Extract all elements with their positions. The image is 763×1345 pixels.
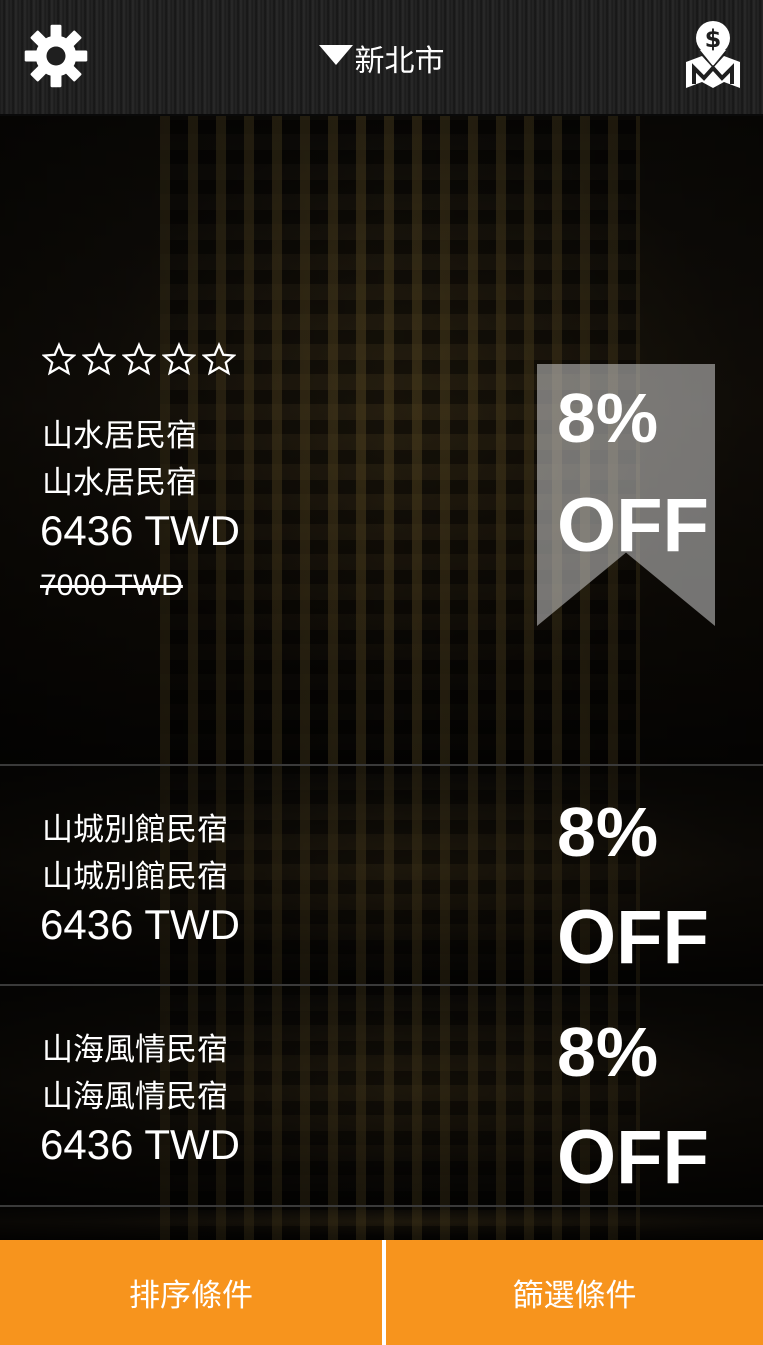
discount-percent: 8%	[557, 379, 659, 457]
filter-button[interactable]: 篩選條件	[386, 1240, 763, 1345]
city-label: 新北市	[354, 44, 445, 79]
hotel-price: 6436 TWD	[40, 901, 240, 948]
discount-percent: 8%	[557, 793, 659, 871]
bottom-action-bar: 排序條件 篩選條件	[0, 1240, 763, 1345]
hotel-subname: 山城別館民宿	[42, 859, 228, 895]
discount-off: OFF	[557, 1115, 709, 1200]
hotel-card[interactable]: 山海風情民宿 山海風情民宿 6436 TWD 8% OFF	[0, 986, 763, 1205]
svg-text:$: $	[705, 25, 722, 53]
star-empty-icon	[162, 342, 196, 376]
dropdown-triangle-icon	[318, 45, 353, 65]
star-empty-icon	[202, 342, 236, 376]
app-header: 新北市 $	[0, 0, 763, 116]
hotel-name: 山城別館民宿	[42, 812, 228, 848]
discount-percent: 8%	[557, 1013, 659, 1091]
hotel-name: 山海風情民宿	[42, 1032, 228, 1068]
star-empty-icon	[122, 342, 156, 376]
discount-off: OFF	[557, 895, 709, 980]
discount-off: OFF	[557, 483, 709, 568]
hotel-price: 6436 TWD	[40, 507, 240, 554]
hotel-subname: 山水居民宿	[42, 465, 197, 501]
star-rating	[42, 342, 236, 376]
city-selector[interactable]: 新北市	[0, 36, 763, 80]
hotel-subname: 山海風情民宿	[42, 1079, 228, 1115]
map-price-icon[interactable]: $	[684, 18, 742, 90]
sort-button[interactable]: 排序條件	[0, 1240, 382, 1345]
hotel-card[interactable]: 山城別館民宿 山城別館民宿 6436 TWD 8% OFF	[0, 766, 763, 984]
hotel-original-price: 7000 TWD	[40, 569, 183, 602]
star-empty-icon	[42, 342, 76, 376]
hotel-name: 山水居民宿	[42, 418, 197, 454]
hotel-price: 6436 TWD	[40, 1121, 240, 1168]
hotel-card[interactable]	[0, 1207, 763, 1240]
star-empty-icon	[82, 342, 116, 376]
